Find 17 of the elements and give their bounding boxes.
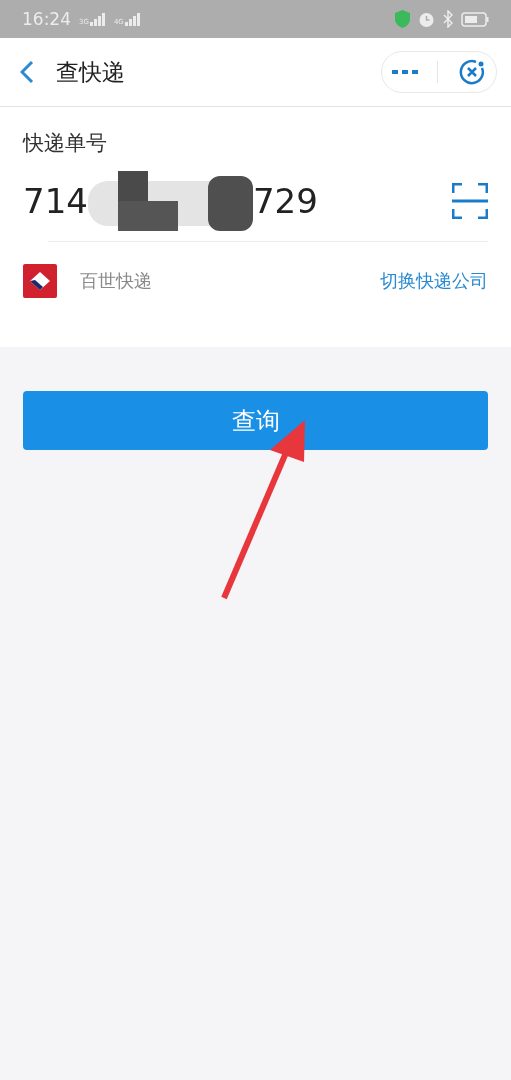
status-time: 16:24: [22, 9, 71, 29]
tracking-number-start: 714: [23, 181, 88, 221]
alarm-icon: [418, 10, 435, 28]
shield-icon: [395, 10, 410, 28]
switch-courier-link[interactable]: 切换快递公司: [380, 269, 488, 293]
scan-icon[interactable]: [452, 183, 488, 219]
page-title: 查快递: [56, 57, 125, 87]
courier-logo-icon: [23, 264, 57, 298]
battery-icon: [461, 11, 489, 27]
query-button[interactable]: 查询: [23, 391, 488, 450]
back-icon[interactable]: [20, 60, 34, 84]
courier-name: 百世快递: [80, 269, 152, 293]
bluetooth-icon: [443, 10, 453, 28]
field-label: 快递单号: [23, 130, 108, 157]
tracking-number-end: 729: [252, 181, 318, 221]
close-icon[interactable]: [458, 58, 487, 86]
more-icon[interactable]: [391, 69, 418, 75]
